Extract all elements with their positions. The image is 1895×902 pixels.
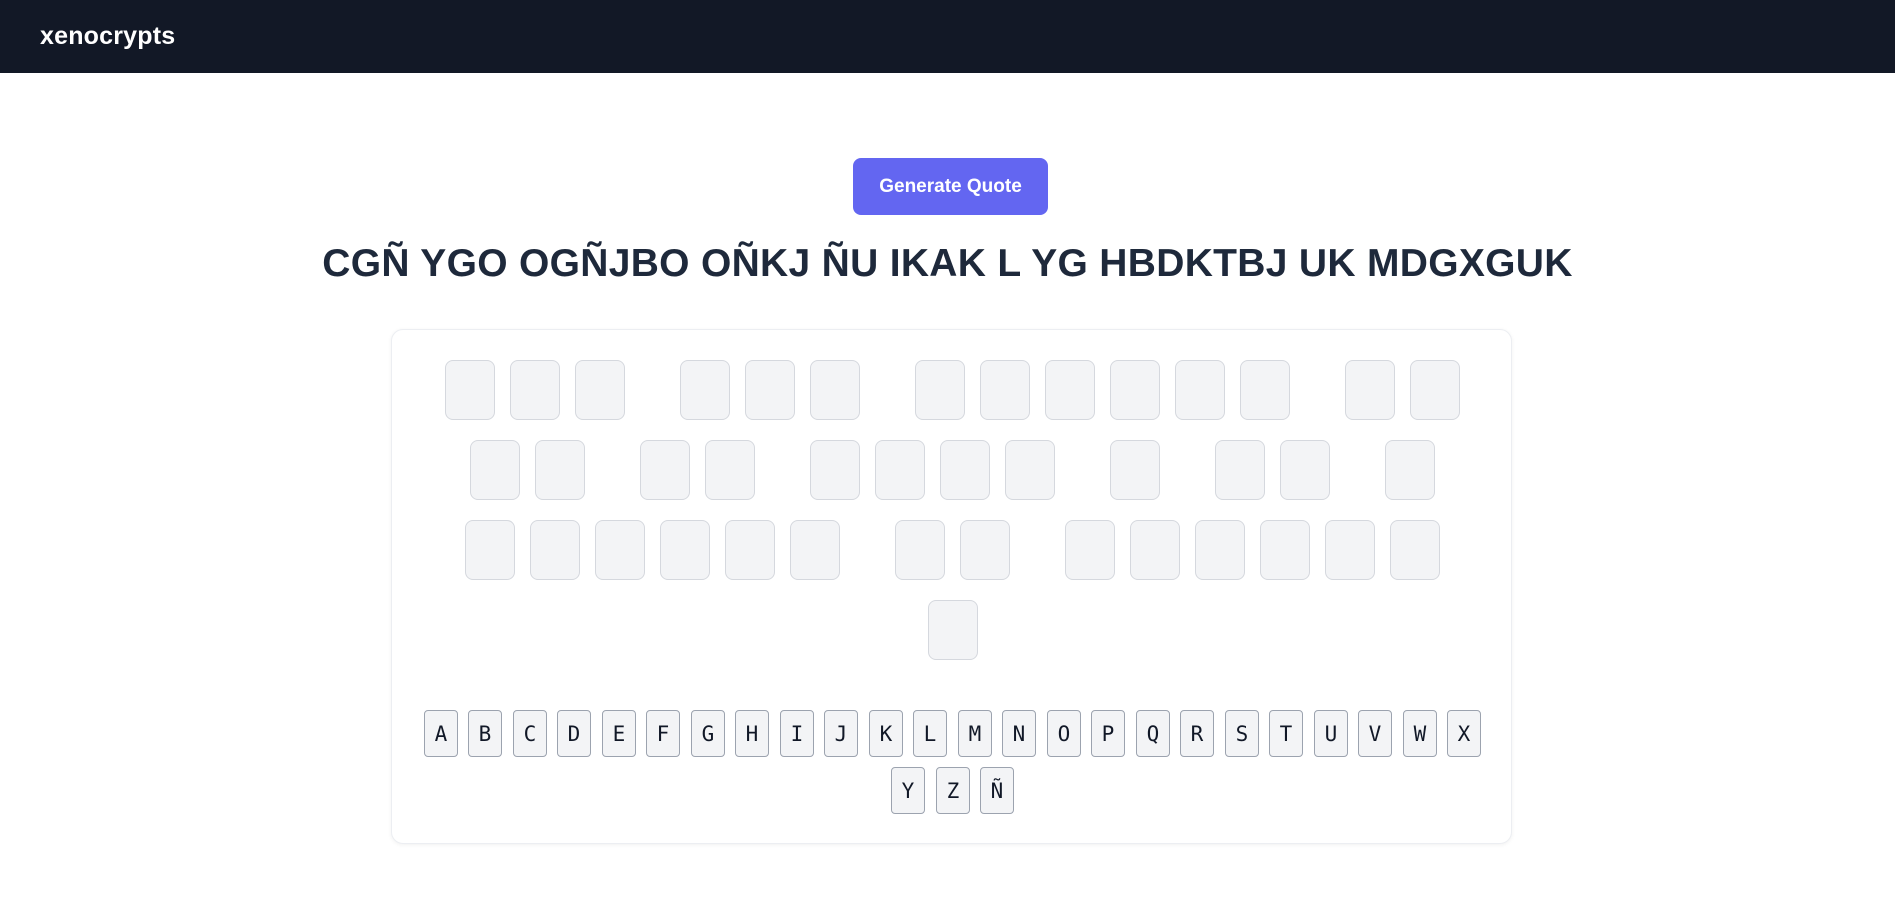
answer-letter-box[interactable] — [725, 520, 775, 580]
answer-letter-box[interactable] — [1110, 440, 1160, 500]
answer-letter-box[interactable] — [640, 440, 690, 500]
letter-key[interactable]: Y — [891, 767, 925, 814]
letter-key[interactable]: X — [1447, 710, 1481, 757]
answer-letter-box[interactable] — [445, 360, 495, 420]
letter-key[interactable]: L — [913, 710, 947, 757]
letter-key[interactable]: P — [1091, 710, 1125, 757]
answer-letter-box[interactable] — [595, 520, 645, 580]
letter-key[interactable]: T — [1269, 710, 1303, 757]
answer-letter-box[interactable] — [1280, 440, 1330, 500]
letter-key[interactable]: C — [513, 710, 547, 757]
answer-letter-box[interactable] — [470, 440, 520, 500]
answer-letter-box[interactable] — [875, 440, 925, 500]
answer-letter-box[interactable] — [575, 360, 625, 420]
letter-key[interactable]: N — [1002, 710, 1036, 757]
letter-key[interactable]: H — [735, 710, 769, 757]
letter-key[interactable]: A — [424, 710, 458, 757]
answer-letter-box[interactable] — [1260, 520, 1310, 580]
answer-letter-box[interactable] — [510, 360, 560, 420]
answer-letter-box[interactable] — [1005, 440, 1055, 500]
answer-letter-box[interactable] — [928, 600, 978, 660]
letter-key[interactable]: I — [780, 710, 814, 757]
answer-letter-box[interactable] — [1215, 440, 1265, 500]
answer-letter-box[interactable] — [530, 520, 580, 580]
answer-letter-box[interactable] — [1130, 520, 1180, 580]
answer-letter-box[interactable] — [1410, 360, 1460, 420]
answer-letter-box[interactable] — [895, 520, 945, 580]
letter-key[interactable]: K — [869, 710, 903, 757]
answer-letter-box[interactable] — [680, 360, 730, 420]
answer-letter-box[interactable] — [1045, 360, 1095, 420]
answer-letter-box[interactable] — [810, 440, 860, 500]
letter-key[interactable]: Z — [936, 767, 970, 814]
letter-key[interactable]: F — [646, 710, 680, 757]
answer-letter-box[interactable] — [1345, 360, 1395, 420]
answer-letter-box[interactable] — [790, 520, 840, 580]
letter-key[interactable]: S — [1225, 710, 1259, 757]
cipher-text: CGÑ YGO OGÑJBO OÑKJ ÑU IKAK L YG HBDKTBJ… — [322, 242, 1573, 285]
answer-letter-box[interactable] — [1195, 520, 1245, 580]
answer-letter-box[interactable] — [1325, 520, 1375, 580]
letter-key[interactable]: V — [1358, 710, 1392, 757]
letter-key[interactable]: E — [602, 710, 636, 757]
letter-key[interactable]: G — [691, 710, 725, 757]
answer-letter-box[interactable] — [915, 360, 965, 420]
answer-letter-box[interactable] — [465, 520, 515, 580]
answer-letter-box[interactable] — [705, 440, 755, 500]
answer-letter-box[interactable] — [1390, 520, 1440, 580]
letter-key[interactable]: Q — [1136, 710, 1170, 757]
top-navbar: xenocrypts — [0, 0, 1895, 73]
letter-key[interactable]: B — [468, 710, 502, 757]
letter-key[interactable]: U — [1314, 710, 1348, 757]
answer-letter-box[interactable] — [940, 440, 990, 500]
letter-key[interactable]: J — [824, 710, 858, 757]
answer-letter-box[interactable] — [1240, 360, 1290, 420]
letter-key[interactable]: M — [958, 710, 992, 757]
app-title[interactable]: xenocrypts — [40, 22, 175, 51]
answer-letter-box[interactable] — [660, 520, 710, 580]
answer-letter-box[interactable] — [960, 520, 1010, 580]
answer-letter-box[interactable] — [745, 360, 795, 420]
letter-key[interactable]: W — [1403, 710, 1437, 757]
puzzle-card: ABCDEFGHIJKLMNOPQRSTUVWX YZÑ — [391, 329, 1512, 844]
generate-quote-button[interactable]: Generate Quote — [853, 158, 1048, 215]
answer-letter-box[interactable] — [1110, 360, 1160, 420]
answer-letter-box[interactable] — [535, 440, 585, 500]
letter-key[interactable]: Ñ — [980, 767, 1014, 814]
letter-key[interactable]: R — [1180, 710, 1214, 757]
answer-letter-box[interactable] — [1065, 520, 1115, 580]
letter-key[interactable]: D — [557, 710, 591, 757]
answer-letter-box[interactable] — [810, 360, 860, 420]
answer-letter-box[interactable] — [1175, 360, 1225, 420]
letter-key[interactable]: O — [1047, 710, 1081, 757]
answer-letter-box[interactable] — [980, 360, 1030, 420]
answer-letter-box[interactable] — [1385, 440, 1435, 500]
